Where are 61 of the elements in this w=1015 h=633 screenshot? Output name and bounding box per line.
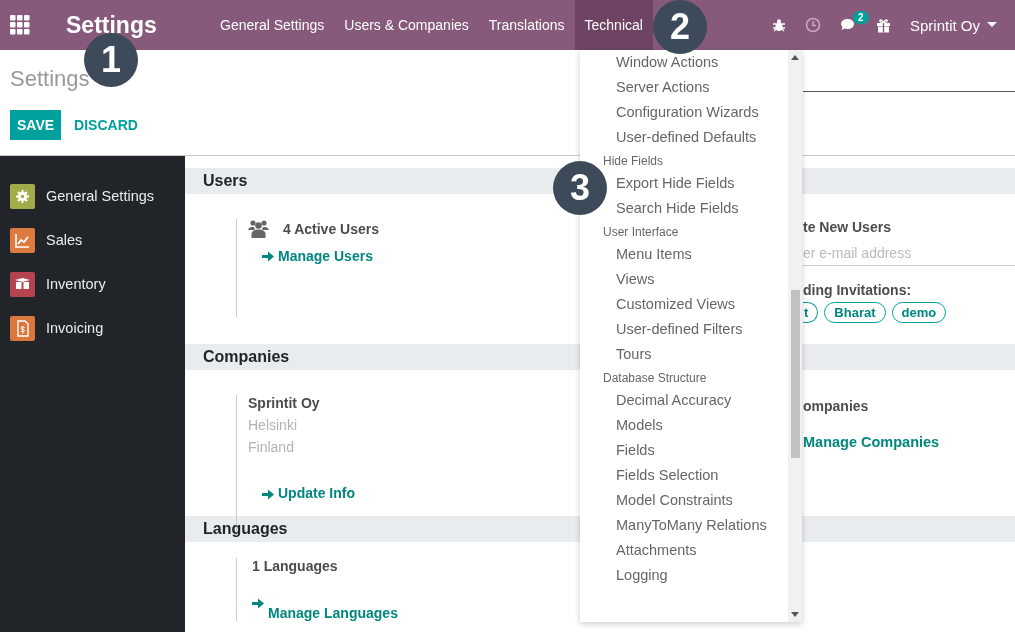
chart-icon[interactable]: [10, 227, 35, 253]
sidebar-item[interactable]: General Settings: [46, 188, 154, 204]
gear-icon[interactable]: [10, 183, 35, 209]
scrollbar[interactable]: [788, 50, 802, 622]
pending-invitations-label: ding Invitations:: [803, 282, 913, 298]
company-name: Sprintit Oy: [248, 395, 320, 411]
box-icon[interactable]: [10, 271, 35, 297]
users-icon: [248, 219, 269, 238]
dropdown-item[interactable]: Server Actions: [616, 75, 710, 100]
invoice-icon[interactable]: [10, 315, 35, 341]
dropdown-item[interactable]: Configuration Wizards: [616, 100, 759, 125]
languages-count: 1 Languages: [252, 558, 338, 574]
invite-users-title: te New Users: [803, 219, 892, 235]
menu-item[interactable]: General Settings: [210, 0, 335, 50]
dropdown-item[interactable]: Menu Items: [616, 242, 692, 267]
company-city: Helsinki: [248, 417, 297, 433]
dropdown-item[interactable]: ManyToMany Relations: [616, 513, 767, 538]
menu-item[interactable]: Technical: [574, 0, 653, 50]
dropdown-item[interactable]: Decimal Accuracy: [616, 388, 732, 413]
scrollbar-thumb[interactable]: [790, 290, 800, 458]
dropdown-item[interactable]: Customized Views: [616, 292, 735, 317]
menu-group-header: User Interface: [603, 224, 679, 241]
sidebar-item[interactable]: Inventory: [46, 276, 106, 292]
dropdown-item[interactable]: User-defined Filters: [616, 317, 743, 342]
menu-item[interactable]: Users & Companies: [334, 0, 479, 50]
dropdown-item[interactable]: Model Constraints: [616, 488, 733, 513]
dropdown-item[interactable]: Tours: [616, 342, 652, 367]
manage-companies-link[interactable]: Manage Companies: [803, 434, 1015, 450]
step-number-badge: 3: [553, 161, 607, 215]
dropdown-item[interactable]: Models: [616, 413, 663, 438]
scroll-down-icon[interactable]: [791, 612, 799, 617]
manage-languages-link[interactable]: Manage Languages: [268, 605, 398, 621]
message-count-badge: 2: [852, 10, 869, 24]
arrow-right-icon: [252, 598, 264, 609]
dropdown-item[interactable]: Logging: [616, 563, 668, 588]
company-country: Finland: [248, 439, 294, 455]
chat-icon[interactable]: [839, 17, 857, 33]
menu-item[interactable]: Translations: [478, 0, 575, 50]
sidebar-item[interactable]: Sales: [46, 232, 83, 248]
clock-icon[interactable]: [804, 17, 821, 33]
caret-icon[interactable]: [987, 22, 997, 28]
apps-menu-icon[interactable]: [10, 15, 30, 35]
dropdown-item[interactable]: Search Hide Fields: [616, 196, 739, 221]
gift-icon[interactable]: [875, 17, 891, 33]
manage-users-link[interactable]: Manage Users: [278, 248, 373, 264]
dropdown-item[interactable]: Fields Selection: [616, 463, 719, 488]
arrow-right-icon: [262, 488, 274, 500]
dropdown-item[interactable]: Export Hide Fields: [616, 171, 735, 196]
user-menu[interactable]: Sprintit Oy: [909, 16, 980, 34]
companies-title: ompanies: [803, 398, 870, 414]
menu-group-header: Database Structure: [603, 370, 707, 387]
save-button[interactable]: SAVE: [10, 110, 62, 140]
discard-button[interactable]: DISCARD: [65, 110, 147, 140]
scroll-up-icon[interactable]: [791, 55, 799, 60]
active-users-count: 4 Active Users: [283, 220, 379, 237]
arrow-right-icon: [262, 250, 274, 262]
dropdown-item[interactable]: User-defined Defaults: [616, 125, 757, 150]
bug-icon[interactable]: [771, 18, 786, 32]
dropdown-item[interactable]: Fields: [616, 438, 655, 463]
sidebar-item[interactable]: Invoicing: [46, 320, 104, 336]
dropdown-item[interactable]: Views: [616, 267, 655, 292]
